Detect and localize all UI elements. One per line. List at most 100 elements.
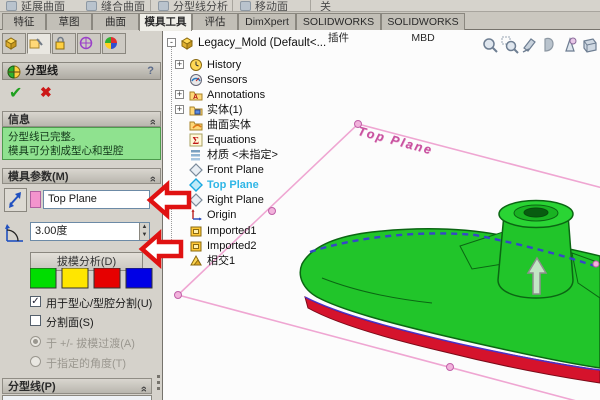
collapse-chevron-icon[interactable]: » — [136, 386, 152, 392]
move-face-icon — [240, 1, 251, 11]
help-icon[interactable]: ? — [147, 63, 154, 80]
toolbar-item-truncated[interactable]: 关 — [320, 0, 331, 11]
tree-label[interactable]: Front Plane — [207, 163, 264, 177]
propertymanager-tab[interactable] — [27, 33, 51, 54]
parting-line-analysis-button[interactable]: 分型线分析 — [173, 0, 228, 11]
propertymanager-title: 分型线 ? — [2, 62, 161, 80]
tree-label[interactable]: Imported2 — [207, 239, 257, 253]
view-orientation-icon[interactable] — [561, 36, 580, 54]
collapse-chevron-icon[interactable]: » — [145, 119, 161, 125]
tree-label[interactable]: Equations — [207, 133, 256, 147]
zoom-fit-icon[interactable] — [481, 36, 500, 54]
parting-lines-listbox[interactable] — [2, 395, 152, 400]
panel-scroll-grip[interactable] — [154, 372, 162, 400]
parting-line-feature-icon — [6, 64, 22, 79]
tree-label[interactable]: Origin — [207, 208, 236, 222]
tab-solidworks-addins[interactable]: SOLIDWORKS 插件 — [296, 13, 381, 44]
requires-draft-swatch[interactable] — [61, 268, 89, 289]
toolbar-separator — [150, 0, 151, 11]
spinner-up-icon[interactable]: ▲ — [140, 223, 149, 231]
tree-label[interactable]: 实体(1) — [207, 103, 242, 117]
section-label: 分型线(P) — [8, 381, 56, 393]
expand-box-icon[interactable]: + — [175, 105, 184, 114]
tree-label[interactable]: Right Plane — [207, 193, 264, 207]
tree-label[interactable]: 曲面实体 — [207, 118, 251, 132]
tree-label[interactable]: Sensors — [207, 73, 247, 87]
draft-transition-radio[interactable] — [30, 336, 41, 347]
split-faces-label[interactable]: 分割面(S) — [46, 314, 94, 330]
page-title: 分型线 — [25, 65, 58, 77]
tab-dimxpert[interactable]: DimXpert — [238, 13, 296, 30]
draft-direction-field[interactable]: Top Plane — [43, 190, 150, 209]
tree-label[interactable]: History — [207, 58, 241, 72]
intersect-feature-icon — [189, 254, 203, 268]
expand-box-icon[interactable]: + — [175, 90, 184, 99]
tab-surfaces[interactable]: 曲面 — [92, 13, 139, 30]
tree-label[interactable]: Top Plane — [207, 178, 259, 192]
propertymanager-panel: 分型线 ? ✔ ✖ 信息 » 分型线已完整。 模具可分割成型心和型腔 模具参数(… — [0, 30, 163, 400]
knit-surface-button[interactable]: 缝合曲面 — [101, 0, 145, 11]
ok-button[interactable]: ✔ — [9, 83, 22, 103]
plane-icon-selected — [189, 178, 203, 192]
collapse-chevron-icon[interactable]: » — [145, 176, 161, 182]
svg-text:A: A — [193, 94, 198, 101]
model-boss-recess — [513, 204, 559, 222]
cancel-button[interactable]: ✖ — [40, 84, 52, 101]
tab-features[interactable]: 特征 — [2, 13, 46, 30]
view-settings-icon[interactable] — [541, 36, 560, 54]
draft-transition-label[interactable]: 于 +/- 拔模过渡(A) — [46, 335, 135, 351]
svg-text:Σ: Σ — [193, 136, 200, 147]
tab-solidworks-mbd[interactable]: SOLIDWORKS MBD — [381, 13, 465, 44]
mold-tools-toolbar: 延展曲面 缝合曲面 分型线分析 移动面 关 — [0, 0, 600, 12]
configurationmanager-tab[interactable] — [52, 33, 76, 54]
info-section-header[interactable]: 信息 » — [2, 111, 161, 127]
model-boss-top[interactable] — [498, 199, 574, 229]
draft-direction-value: Top Plane — [48, 193, 97, 205]
angle-spinner[interactable]: ▲ ▼ — [139, 223, 149, 240]
tab-sketch[interactable]: 草图 — [46, 13, 92, 30]
tree-root-label[interactable]: Legacy_Mold (Default<... — [198, 36, 326, 50]
material-icon — [189, 148, 203, 162]
collapse-box-icon[interactable]: - — [167, 38, 176, 47]
commandmanager-tab-bar: 特征 草图 曲面 模具工具 评估 DimXpert SOLIDWORKS 插件 … — [0, 12, 600, 44]
tab-evaluate[interactable]: 评估 — [192, 13, 238, 30]
extend-surface-button[interactable]: 延展曲面 — [21, 0, 65, 11]
direction-button[interactable] — [4, 188, 27, 212]
dimxpertmanager-tab[interactable] — [77, 33, 101, 54]
section-view-icon[interactable] — [521, 36, 540, 54]
tree-label[interactable]: 相交1 — [207, 254, 235, 268]
model-boss[interactable] — [497, 213, 574, 299]
specified-angle-radio[interactable] — [30, 356, 41, 367]
tree-label[interactable]: 材质 <未指定> — [207, 148, 278, 162]
straddle-faces-swatch[interactable] — [125, 268, 153, 289]
negative-draft-swatch[interactable] — [93, 268, 121, 289]
core-cavity-split-label[interactable]: 用于型心/型腔分割(U) — [46, 295, 152, 311]
info-line: 分型线已完整。 — [8, 131, 82, 143]
tree-label[interactable]: Imported1 — [207, 224, 257, 238]
parting-lines-section-header[interactable]: 分型线(P) » — [2, 378, 152, 394]
positive-draft-swatch[interactable] — [30, 268, 57, 289]
expand-box-icon[interactable]: + — [175, 60, 184, 69]
model-no-draft-band[interactable] — [304, 295, 600, 384]
draft-direction-arrow[interactable] — [526, 256, 548, 295]
featuremanager-tab[interactable] — [2, 33, 26, 54]
zoom-to-area-icon[interactable] — [501, 36, 520, 54]
imported-feature-icon — [189, 239, 203, 253]
model-gusset-right[interactable] — [571, 252, 600, 299]
model-boss-hole — [523, 207, 549, 218]
draft-angle-field[interactable]: 3.00度 — [30, 222, 150, 241]
specified-angle-label[interactable]: 于指定的角度(T) — [46, 355, 126, 371]
displaymanager-tab[interactable] — [102, 33, 126, 54]
split-faces-checkbox[interactable] — [30, 315, 41, 326]
model-gusset-left[interactable] — [459, 230, 510, 270]
tree-label[interactable]: Annotations — [207, 88, 265, 102]
spinner-down-icon[interactable]: ▼ — [140, 231, 149, 239]
toolbar-separator — [310, 0, 311, 11]
tab-mold-tools[interactable]: 模具工具 — [139, 13, 192, 31]
move-face-button[interactable]: 移动面 — [255, 0, 288, 11]
mold-parameters-section-header[interactable]: 模具参数(M) » — [2, 168, 161, 184]
core-cavity-split-checkbox[interactable]: ✓ — [30, 296, 41, 307]
draft-angle-icon — [4, 222, 27, 245]
display-style-icon[interactable] — [581, 36, 600, 54]
solidworks-window: { "toolbar": { "items": [ { "label": "延展… — [0, 0, 600, 400]
